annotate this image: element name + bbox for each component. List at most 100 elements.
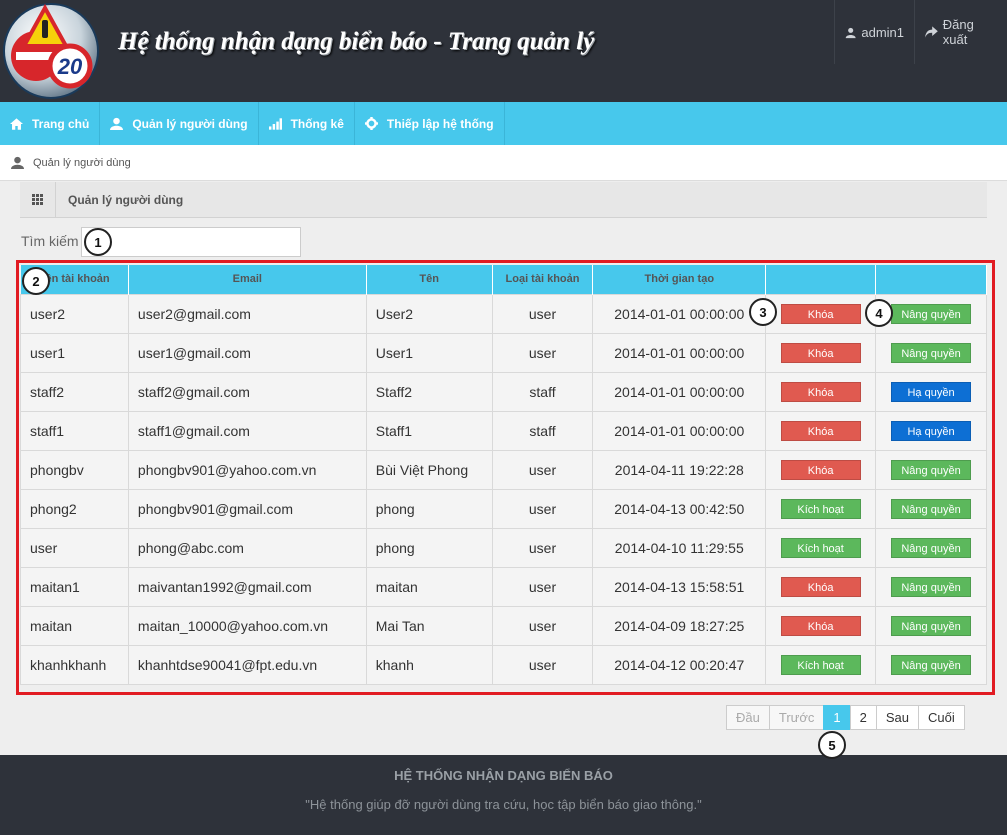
cell-username: maitan <box>20 605 129 646</box>
cell-name: Mai Tan <box>365 605 493 646</box>
table-row: user phong@abc.com phong user 2014-04-10… <box>20 527 987 568</box>
cell-email: user1@gmail.com <box>127 332 367 373</box>
breadcrumb-label[interactable]: Quản lý người dùng <box>33 157 131 169</box>
cell-status-action: Khóa <box>765 449 877 490</box>
cell-account-type: staff <box>491 410 594 451</box>
nav-item-label: Thống kê <box>290 116 344 131</box>
cell-email: maitan_10000@yahoo.com.vn <box>127 605 367 646</box>
promote-button[interactable]: Nâng quyền <box>891 498 972 519</box>
username-label: admin1 <box>861 24 904 40</box>
promote-button[interactable]: Nâng quyền <box>891 654 972 675</box>
callout-marker: 4 <box>865 299 893 327</box>
promote-button[interactable]: Nâng quyền <box>891 615 972 636</box>
users-table: Tên tài khoản Email Tên Loại tài khoản T… <box>20 265 987 685</box>
promote-button[interactable]: Nâng quyền <box>891 303 972 324</box>
cell-created: 2014-01-01 00:00:00 <box>592 410 767 451</box>
cell-email: staff2@gmail.com <box>127 371 367 412</box>
cell-role-action: Hạ quyền <box>875 410 987 451</box>
lock-button[interactable]: Khóa <box>780 420 861 441</box>
cell-account-type: user <box>491 449 594 490</box>
column-header-role-action <box>875 265 987 294</box>
nav-item-system-settings[interactable]: Thiếp lập hệ thống <box>355 102 505 145</box>
cell-role-action: Nâng quyền <box>875 332 987 373</box>
cell-name: Staff2 <box>365 371 493 412</box>
footer-description: "Hệ thống giúp đỡ người dùng tra cứu, họ… <box>305 797 702 812</box>
user-icon <box>11 156 24 169</box>
activate-button[interactable]: Kích hoạt <box>780 498 861 519</box>
lock-button[interactable]: Khóa <box>780 303 861 324</box>
table-row: maitan maitan_10000@yahoo.com.vn Mai Tan… <box>20 605 987 646</box>
lock-button[interactable]: Khóa <box>780 459 861 480</box>
column-header-created[interactable]: Thời gian tạo <box>592 265 767 294</box>
cell-role-action: Nâng quyền <box>875 566 987 607</box>
cell-status-action: Khóa <box>765 605 877 646</box>
panel-title: Quản lý người dùng <box>68 192 184 207</box>
table-row: user2 user2@gmail.com User2 user 2014-01… <box>20 293 987 334</box>
demote-button[interactable]: Hạ quyền <box>891 420 972 441</box>
cell-created: 2014-04-12 00:20:47 <box>592 644 767 685</box>
lock-button[interactable]: Khóa <box>780 342 861 363</box>
page-last-button[interactable]: Cuối <box>917 705 965 730</box>
activate-button[interactable]: Kích hoạt <box>780 654 861 675</box>
promote-button[interactable]: Nâng quyền <box>891 342 972 363</box>
promote-button[interactable]: Nâng quyền <box>891 459 972 480</box>
cell-name: phong <box>365 527 493 568</box>
page-number-button[interactable]: 2 <box>849 705 877 730</box>
cell-status-action: Khóa <box>765 332 877 373</box>
cell-username: staff2 <box>20 371 129 412</box>
pagination: Đầu Trước 1 2 Sau Cuối <box>726 705 965 730</box>
cell-username: user1 <box>20 332 129 373</box>
cell-username: khanhkhanh <box>20 644 129 685</box>
cell-role-action: Nâng quyền <box>875 527 987 568</box>
column-header-account-type[interactable]: Loại tài khoản <box>492 265 594 294</box>
nav-item-user-management[interactable]: Quản lý người dùng <box>100 102 259 145</box>
main-navbar: Trang chủ Quản lý người dùng Thống kê Th… <box>0 102 1007 145</box>
lock-button[interactable]: Khóa <box>780 615 861 636</box>
cell-account-type: staff <box>491 371 594 412</box>
column-header-email[interactable]: Email <box>128 265 367 294</box>
nav-item-label: Thiếp lập hệ thống <box>386 116 494 131</box>
search-input[interactable] <box>81 227 301 257</box>
page-number-button[interactable]: 1 <box>823 705 851 730</box>
promote-button[interactable]: Nâng quyền <box>891 537 972 558</box>
table-header-row: Tên tài khoản Email Tên Loại tài khoản T… <box>20 265 987 294</box>
cell-email: maivantan1992@gmail.com <box>127 566 367 607</box>
traffic-sign-logo[interactable]: 20 <box>2 2 100 100</box>
cell-created: 2014-04-13 00:42:50 <box>592 488 767 529</box>
user-account-link[interactable]: admin1 <box>834 0 914 64</box>
table-row: khanhkhanh khanhtdse90041@fpt.edu.vn kha… <box>20 644 987 685</box>
lock-button[interactable]: Khóa <box>780 576 861 597</box>
cell-username: staff1 <box>20 410 129 451</box>
activate-button[interactable]: Kích hoạt <box>780 537 861 558</box>
nav-item-home[interactable]: Trang chủ <box>0 102 101 145</box>
lock-button[interactable]: Khóa <box>780 381 861 402</box>
promote-button[interactable]: Nâng quyền <box>891 576 972 597</box>
cell-status-action: Kích hoạt <box>765 644 877 685</box>
cell-created: 2014-04-09 18:27:25 <box>592 605 767 646</box>
page-prev-button[interactable]: Trước <box>768 705 825 730</box>
cell-email: user2@gmail.com <box>127 293 367 334</box>
site-title: Hệ thống nhận dạng biển báo - Trang quản… <box>118 28 595 55</box>
callout-marker: 5 <box>818 731 846 759</box>
cell-account-type: user <box>491 605 594 646</box>
logo-number: 20 <box>57 54 83 79</box>
page-first-button[interactable]: Đầu <box>726 705 770 730</box>
cell-name: maitan <box>365 566 493 607</box>
nav-item-statistics[interactable]: Thống kê <box>259 102 355 145</box>
cell-status-action: Kích hoạt <box>765 488 877 529</box>
cell-email: staff1@gmail.com <box>127 410 367 451</box>
table-row: maitan1 maivantan1992@gmail.com maitan u… <box>20 566 987 607</box>
callout-marker: 1 <box>84 228 112 256</box>
table-row: staff1 staff1@gmail.com Staff1 staff 201… <box>20 410 987 451</box>
cell-created: 2014-04-11 19:22:28 <box>592 449 767 490</box>
cell-role-action: Nâng quyền <box>875 488 987 529</box>
cell-name: Staff1 <box>365 410 493 451</box>
logout-link[interactable]: Đăng xuất <box>914 0 1007 64</box>
table-row: phongbv phongbv901@yahoo.com.vn Bùi Việt… <box>20 449 987 490</box>
page-next-button[interactable]: Sau <box>875 705 919 730</box>
cell-email: phongbv901@yahoo.com.vn <box>127 449 367 490</box>
column-header-name[interactable]: Tên <box>366 265 493 294</box>
nav-item-label: Trang chủ <box>32 116 90 131</box>
demote-button[interactable]: Hạ quyền <box>891 381 972 402</box>
column-header-status-action <box>765 265 877 294</box>
